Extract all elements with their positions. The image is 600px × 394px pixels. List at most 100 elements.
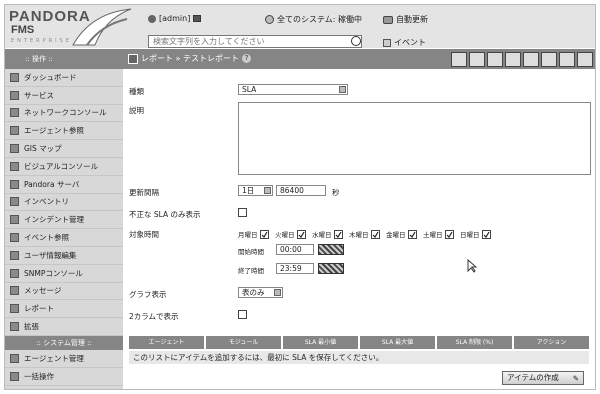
sidebar-item-label: ネットワークコンソール: [24, 108, 107, 118]
start-time-input[interactable]: 00:00: [276, 244, 314, 255]
mouse-cursor-icon: [467, 259, 477, 273]
weekday-option[interactable]: 木曜日: [349, 229, 380, 239]
report-toolbar: [451, 52, 593, 67]
sidebar-item-label: インシデント管理: [24, 215, 84, 225]
weekday-option[interactable]: 日曜日: [460, 229, 491, 239]
sidebar-item[interactable]: サービス: [5, 87, 123, 105]
weekday-checkbox[interactable]: [407, 229, 417, 239]
list-icon[interactable]: [451, 52, 467, 67]
sidebar-item[interactable]: GIS マップ: [5, 140, 123, 158]
sidebar-item[interactable]: メッセージ: [5, 283, 123, 301]
refresh-label: 自動更新: [396, 15, 428, 24]
graph-select[interactable]: 表のみ: [238, 287, 283, 298]
user-indicator[interactable]: [admin]: [148, 14, 202, 23]
weekday-option[interactable]: 金曜日: [386, 229, 417, 239]
sidebar-item-label: Pandora サーバ: [24, 179, 80, 189]
sidebar-item[interactable]: 拡張: [5, 318, 123, 336]
weekday-option[interactable]: 月曜日: [238, 229, 269, 239]
weekday-option[interactable]: 土曜日: [423, 229, 454, 239]
only-invalid-checkbox[interactable]: [238, 208, 247, 217]
report-icon: [10, 304, 19, 314]
sidebar-item[interactable]: イベント参照: [5, 229, 123, 247]
sidebar-item[interactable]: エージェント参照: [5, 122, 123, 141]
inventory-icon: [10, 197, 19, 207]
sidebar-item[interactable]: ユーザ情報編集: [5, 247, 123, 265]
weekday-checkbox[interactable]: [444, 229, 454, 239]
star-icon[interactable]: [469, 52, 485, 67]
auto-refresh[interactable]: 自動更新: [383, 14, 428, 25]
weekday-checkbox[interactable]: [259, 229, 269, 239]
sidebar: ダッシュボードサービスネットワークコンソール エージェント参照 GIS マップビジュ…: [5, 69, 123, 389]
events-link[interactable]: イベント: [383, 37, 426, 48]
sidebar-item-label: ダッシュボード: [24, 72, 77, 82]
table-header-cell: モジュール: [206, 336, 281, 349]
weekday-checkbox[interactable]: [370, 229, 380, 239]
graph-label: グラフ表示: [129, 290, 167, 299]
incident-icon: [10, 215, 19, 225]
user-icon: [10, 250, 19, 260]
weekday-checkbox[interactable]: [481, 229, 491, 239]
server-icon: [10, 179, 19, 189]
create-item-button[interactable]: アイテムの作成 ✎: [502, 371, 584, 385]
help-icon[interactable]: ?: [241, 54, 251, 63]
sidebar-item[interactable]: インベントリ: [5, 194, 123, 212]
type-select[interactable]: SLA: [238, 84, 348, 95]
clock-icon[interactable]: [318, 244, 344, 255]
user-icon: [148, 14, 156, 23]
weekday-checkbox[interactable]: [296, 229, 306, 239]
username[interactable]: [admin]: [159, 14, 190, 23]
product-tagline: ENTERPRISE: [11, 38, 72, 44]
weekday-label: 月曜日: [238, 231, 258, 239]
weekday-option[interactable]: 火曜日: [275, 229, 306, 239]
system-status[interactable]: 全てのシステム: 稼働中: [265, 14, 362, 25]
sidebar-item-label: レポート: [24, 304, 54, 314]
weekday-label: 木曜日: [349, 231, 369, 239]
wrench-icon[interactable]: [541, 52, 557, 67]
search-icon[interactable]: [351, 36, 361, 46]
wrench-icon[interactable]: [523, 52, 539, 67]
chevron-down-icon: [274, 289, 281, 296]
eye-icon[interactable]: [487, 52, 503, 67]
start-time-label: 開始時間: [238, 248, 264, 256]
sidebar-item[interactable]: ネットワークコンソール: [5, 105, 123, 123]
sidebar-item[interactable]: ダッシュボード: [5, 69, 123, 87]
weekday-label: 土曜日: [423, 231, 443, 239]
weekday-label: 日曜日: [460, 231, 480, 239]
chart-icon[interactable]: [505, 52, 521, 67]
sidebar-item[interactable]: Pandora サーバ: [5, 176, 123, 194]
interval-unit-select[interactable]: 1日: [238, 185, 273, 196]
table-header-cell: アクション: [514, 336, 589, 349]
sidebar-item[interactable]: レポート: [5, 300, 123, 319]
interval-input[interactable]: 86400: [276, 185, 326, 196]
sidebar-item-label: エージェント参照: [24, 126, 84, 136]
sidebar-item[interactable]: SNMPコンソール: [5, 265, 123, 283]
weekday-label: 火曜日: [275, 231, 295, 239]
only-invalid-label: 不正な SLA のみ表示: [129, 210, 201, 219]
table-header-cell: SLA 最小値: [283, 336, 358, 349]
end-time-input[interactable]: 23:59: [276, 263, 314, 274]
description-label: 説明: [129, 106, 144, 115]
sidebar-item[interactable]: 一括操作: [5, 368, 123, 386]
type-label: 種類: [129, 87, 144, 96]
copy-icon[interactable]: [577, 52, 593, 67]
logout-icon[interactable]: [193, 15, 202, 22]
clock-icon[interactable]: [318, 263, 344, 274]
copy-icon[interactable]: [559, 52, 575, 67]
weekday-checkbox[interactable]: [333, 229, 343, 239]
sidebar-item-label: ビジュアルコンソール: [24, 161, 99, 171]
two-column-checkbox[interactable]: [238, 310, 247, 319]
search-input[interactable]: [148, 35, 362, 48]
wrench-icon: ✎: [572, 374, 579, 383]
sidebar-item[interactable]: エージェント管理: [5, 350, 123, 368]
header: PANDORA FMS ENTERPRISE [admin] 全てのシステム: …: [5, 5, 595, 48]
sidebar-item[interactable]: ビジュアルコンソール: [5, 158, 123, 176]
breadcrumb: レポート » テストレポート ?: [128, 53, 251, 64]
empty-table-notice: このリストにアイテムを追加するには、最初に SLA を保存してください。: [129, 351, 589, 364]
items-table-header: エージェント モジュール SLA 最小値 SLA 最大値 SLA 制限 (%) アクション: [129, 336, 589, 349]
sidebar-item[interactable]: インシデント管理: [5, 211, 123, 230]
mail-icon: [10, 286, 19, 296]
description-textarea[interactable]: [238, 102, 591, 175]
status-icon: [265, 15, 274, 24]
weekday-option[interactable]: 水曜日: [312, 229, 343, 239]
sidebar-item-label: GIS マップ: [24, 144, 62, 154]
